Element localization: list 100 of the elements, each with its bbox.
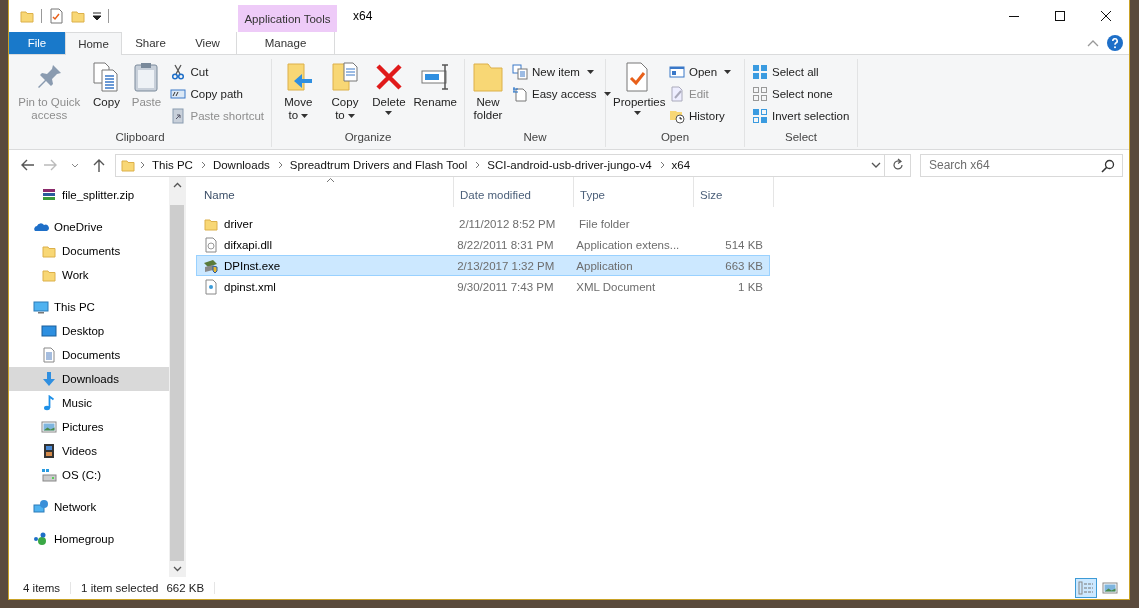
homegroup-icon (33, 531, 49, 547)
nav-item[interactable]: file_splitter.zip (9, 183, 169, 207)
sort-ascending-icon (325, 177, 335, 183)
ribbon-button[interactable]: Select all (749, 61, 853, 83)
shortcut-icon (170, 108, 187, 124)
file-row[interactable]: driver 2/11/2012 8:52 PM File folder (196, 213, 770, 234)
address-bar[interactable]: This PC Downloads Spreadtrum Drivers and Flash Tool SCI-android-usb-driver-jungo-v4 x64 (115, 153, 885, 177)
breadcrumb[interactable]: SCI-android-usb-driver-jungo-v4 (483, 159, 656, 171)
ribbon-tab[interactable]: View (179, 32, 236, 54)
nav-item[interactable]: Music (9, 391, 169, 415)
nav-item[interactable]: Work (9, 263, 169, 287)
breadcrumb[interactable]: This PC (148, 159, 197, 171)
ribbon-button[interactable]: Delete (369, 59, 409, 131)
film-icon (41, 443, 57, 459)
nav-item[interactable]: Homegroup (9, 527, 169, 551)
folder-icon (41, 267, 57, 283)
ribbon-button[interactable]: Move to (276, 59, 321, 131)
file-icon (203, 236, 219, 253)
table-cell-text: 514 KB (724, 238, 764, 251)
nav-item[interactable]: Network (9, 495, 169, 519)
customize-dropdown-icon[interactable] (92, 11, 102, 21)
scroll-up-icon[interactable] (172, 182, 182, 188)
nav-item[interactable]: Documents (9, 239, 169, 263)
folder-icon (19, 8, 35, 24)
table-cell-text: 2/13/2017 1:32 PM (456, 259, 556, 272)
group-label: Select (784, 131, 818, 145)
history-icon (669, 108, 685, 124)
nav-item[interactable]: OS (C:) (9, 463, 169, 487)
nav-item[interactable]: Videos (9, 439, 169, 463)
column-header[interactable]: Date modified (454, 177, 574, 207)
invert-selection-icon (752, 108, 768, 124)
back-arrow-icon[interactable] (19, 157, 35, 173)
ribbon-button[interactable]: Cut (167, 61, 267, 83)
edit-icon (669, 86, 685, 102)
new-item-icon (512, 64, 528, 80)
ribbon-button[interactable]: Select none (749, 83, 853, 105)
refresh-button[interactable] (885, 153, 911, 177)
folder-icon (472, 61, 504, 93)
installer-icon (203, 257, 219, 274)
document-icon (41, 347, 57, 363)
ribbon-button[interactable]: Rename (410, 59, 460, 131)
search-field[interactable]: Search x64 (920, 153, 1123, 177)
ribbon-button[interactable]: New folder (469, 59, 507, 131)
computer-icon (33, 299, 49, 315)
nav-item[interactable]: Desktop (9, 319, 169, 343)
ribbon-tab[interactable]: Home (65, 32, 122, 55)
file-row[interactable]: difxapi.dll 8/22/2011 8:31 PM Application extens... 514 KB (196, 234, 770, 255)
table-cell-text: 8/22/2011 8:31 PM (456, 238, 555, 251)
properties-icon[interactable] (48, 8, 64, 24)
table-cell-text: 663 KB (724, 259, 764, 272)
ribbon-button[interactable]: History (666, 105, 735, 127)
nav-item[interactable]: Pictures (9, 415, 169, 439)
scissors-icon (170, 64, 187, 80)
ribbon-button[interactable]: Open (666, 61, 735, 83)
table-cell-text: XML Document (575, 280, 657, 293)
path-icon (170, 86, 187, 102)
list-icon (1078, 580, 1094, 596)
table-cell-text: Application extens... (575, 238, 681, 251)
breadcrumb[interactable]: x64 (667, 159, 695, 171)
breadcrumb[interactable]: Spreadtrum Drivers and Flash Tool (285, 159, 472, 171)
nav-item[interactable]: This PC (9, 295, 169, 319)
table-cell-text: 2/11/2012 8:52 PM (458, 217, 557, 230)
ribbon-button[interactable]: Copy (87, 59, 126, 131)
search-icon[interactable] (1101, 158, 1115, 173)
file-name: DPInst.exe (197, 257, 452, 274)
file-row[interactable]: dpinst.xml 9/30/2011 7:43 PM XML Document 1 KB (196, 276, 770, 297)
breadcrumb[interactable]: Downloads (208, 159, 274, 171)
ribbon-button[interactable]: Copy to (322, 59, 368, 131)
ribbon-button[interactable]: Copy path (167, 83, 267, 105)
column-header[interactable]: Size (694, 177, 774, 207)
close-icon[interactable] (1101, 11, 1111, 21)
nav-item[interactable]: Documents (9, 343, 169, 367)
ribbon-button[interactable]: Invert selection (749, 105, 853, 127)
group-label: Clipboard (114, 131, 166, 145)
ribbon-tab[interactable]: Manage (236, 32, 335, 54)
nav-item[interactable]: OneDrive (9, 215, 169, 239)
file-name: driver (197, 215, 453, 232)
up-arrow-icon[interactable] (91, 157, 107, 173)
select-none-icon (752, 86, 768, 102)
contextual-tab-header: Application Tools (238, 5, 337, 32)
details-view-button[interactable] (1075, 578, 1097, 598)
column-header[interactable]: Type (574, 177, 694, 207)
help-icon[interactable] (1107, 35, 1123, 51)
archive-icon (41, 187, 57, 203)
collapse-ribbon-icon[interactable] (1087, 39, 1099, 47)
group-label: Open (659, 131, 691, 145)
folder-icon (120, 157, 136, 173)
music-note-icon (41, 395, 57, 411)
scrollbar[interactable] (169, 177, 185, 577)
maximize-icon[interactable] (1055, 11, 1065, 21)
picture-icon (41, 419, 57, 435)
picture-icon (1102, 580, 1118, 596)
file-row[interactable]: DPInst.exe 2/13/2017 1:32 PM Application 663 KB (196, 255, 770, 276)
ribbon-tab[interactable]: Share (122, 32, 179, 54)
column-header[interactable]: Name (198, 177, 454, 207)
group-label: New (522, 131, 548, 145)
nav-item[interactable]: Downloads (9, 367, 169, 391)
selection-info: 1 item selected (80, 582, 159, 594)
ribbon-tab[interactable]: File (9, 32, 65, 54)
scroll-down-icon[interactable] (172, 566, 182, 572)
